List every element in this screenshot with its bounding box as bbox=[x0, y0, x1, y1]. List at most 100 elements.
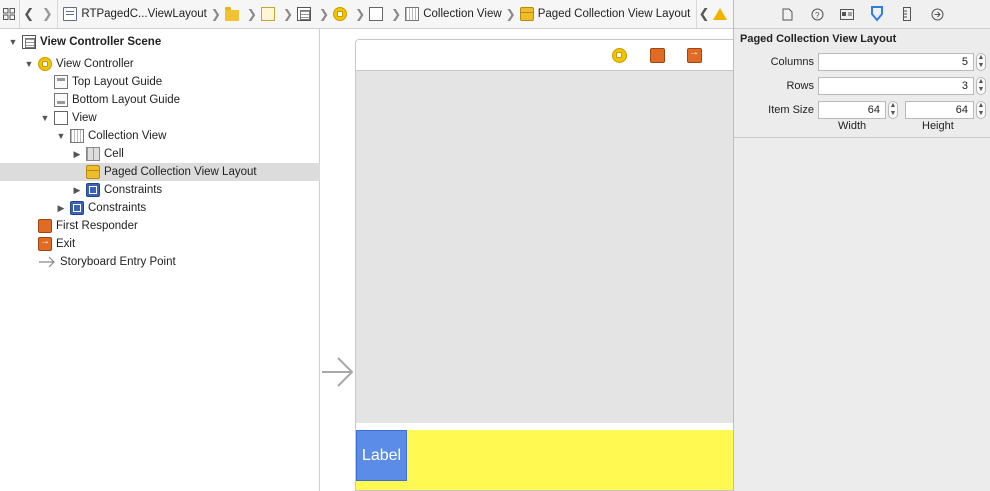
outline-row-view[interactable]: ▼ View bbox=[0, 109, 320, 127]
outline-row-constraints-outer[interactable]: ▶ Constraints bbox=[0, 199, 320, 217]
view-controller-scene[interactable]: Label bbox=[355, 39, 733, 491]
scene-icon bbox=[22, 35, 36, 49]
outline-row-label: Storyboard Entry Point bbox=[60, 256, 176, 268]
outline-row-label: View Controller Scene bbox=[40, 36, 162, 48]
storyboard-canvas[interactable]: Label bbox=[321, 29, 733, 491]
columns-field[interactable]: 5 bbox=[818, 53, 974, 71]
tab-identity-inspector[interactable] bbox=[839, 6, 855, 22]
tab-quick-help[interactable]: ? bbox=[809, 6, 825, 22]
svg-text:?: ? bbox=[815, 11, 820, 20]
disclosure-down-icon[interactable]: ▼ bbox=[24, 59, 34, 69]
documents-icon bbox=[260, 7, 275, 21]
tab-connections-inspector[interactable] bbox=[929, 6, 945, 22]
first-responder-icon[interactable] bbox=[650, 48, 665, 63]
disclosure-down-icon[interactable]: ▼ bbox=[40, 113, 50, 123]
chevron-right-icon: ❯ bbox=[41, 6, 53, 21]
breadcrumb-paged-layout[interactable]: Paged Collection View Layout bbox=[518, 0, 693, 28]
outline-row-first-responder[interactable]: First Responder bbox=[0, 217, 320, 235]
footer-view[interactable] bbox=[356, 430, 733, 490]
cell-icon bbox=[86, 147, 100, 161]
arrow-right-icon bbox=[38, 255, 56, 269]
breadcrumb-label: Paged Collection View Layout bbox=[537, 8, 691, 20]
breadcrumb-folder[interactable] bbox=[223, 0, 245, 28]
width-sublabel: Width bbox=[838, 120, 867, 132]
breadcrumb-view-controller[interactable] bbox=[331, 0, 353, 28]
tab-size-inspector[interactable] bbox=[899, 6, 915, 22]
item-width-field[interactable]: 64 bbox=[818, 101, 886, 119]
grid-icon bbox=[3, 8, 16, 20]
ruler-icon bbox=[903, 7, 911, 21]
layout-guide-icon bbox=[54, 93, 68, 107]
breadcrumb-label: Collection View bbox=[423, 8, 502, 20]
breadcrumb-file[interactable]: RTPagedC...ViewLayout bbox=[57, 0, 209, 28]
collection-view-icon bbox=[405, 7, 420, 21]
related-items-button[interactable] bbox=[0, 0, 19, 28]
exit-icon[interactable] bbox=[687, 47, 702, 63]
forward-button[interactable]: ❯ bbox=[38, 0, 57, 28]
outline-row-constraints-inner[interactable]: ▶ Constraints bbox=[0, 181, 320, 199]
file-icon bbox=[63, 7, 78, 21]
item-height-field[interactable]: 64 bbox=[905, 101, 974, 119]
constraints-icon bbox=[86, 183, 100, 197]
inspector-panel: ? Paged Collection View Layout Columns 5… bbox=[733, 0, 990, 491]
outline-row-label: Constraints bbox=[88, 202, 147, 214]
breadcrumb-storyboard[interactable] bbox=[295, 0, 317, 28]
chevron-right-icon: ❯ bbox=[355, 7, 366, 21]
outline-row-paged-layout[interactable]: Paged Collection View Layout bbox=[0, 163, 320, 181]
folder-icon bbox=[224, 6, 239, 21]
attributes-icon bbox=[871, 6, 883, 22]
outline-row-label: Cell bbox=[104, 148, 124, 160]
outline-row-label: Exit bbox=[56, 238, 76, 250]
disclosure-right-icon[interactable]: ▶ bbox=[72, 185, 82, 195]
disclosure-down-icon[interactable]: ▼ bbox=[56, 131, 66, 141]
item-width-stepper[interactable]: ▲ ▼ bbox=[888, 101, 898, 119]
breadcrumb-view[interactable] bbox=[367, 0, 389, 28]
chevron-right-icon: ❯ bbox=[505, 7, 516, 21]
breadcrumb-documents[interactable] bbox=[259, 0, 281, 28]
outline-row-label: First Responder bbox=[56, 220, 138, 232]
issue-indicator[interactable] bbox=[711, 0, 733, 28]
view-icon bbox=[369, 7, 384, 21]
tab-attributes-inspector[interactable] bbox=[869, 6, 885, 22]
item-height-stepper[interactable]: ▲ ▼ bbox=[976, 101, 986, 119]
rows-field[interactable]: 3 bbox=[818, 77, 974, 95]
columns-label: Columns bbox=[770, 56, 814, 68]
outline-row-scene[interactable]: ▼ View Controller Scene bbox=[0, 33, 320, 51]
layout-guide-icon bbox=[54, 75, 68, 89]
outline-row-top-layout-guide[interactable]: Top Layout Guide bbox=[0, 73, 320, 91]
outline-row-label: Bottom Layout Guide bbox=[72, 94, 181, 106]
view-controller-icon[interactable] bbox=[612, 48, 627, 63]
rows-stepper[interactable]: ▲ ▼ bbox=[976, 77, 986, 95]
chevron-right-icon: ❯ bbox=[246, 7, 257, 21]
chevron-right-icon: ❯ bbox=[391, 7, 402, 21]
outline-row-label: Constraints bbox=[104, 184, 163, 196]
back-button[interactable]: ❮ bbox=[19, 0, 38, 28]
cell-label[interactable]: Label bbox=[356, 430, 407, 481]
layout-attributes-section: Paged Collection View Layout Columns 5 ▲… bbox=[734, 30, 990, 138]
exit-icon bbox=[38, 236, 52, 251]
outline-row-view-controller[interactable]: ▼ View Controller bbox=[0, 55, 320, 73]
chevron-left-icon: ❮ bbox=[23, 6, 35, 21]
disclosure-right-icon[interactable]: ▶ bbox=[56, 203, 66, 213]
view-icon bbox=[54, 111, 68, 125]
outline-row-entry-point[interactable]: Storyboard Entry Point bbox=[0, 253, 320, 271]
disclosure-down-icon[interactable]: ▼ bbox=[8, 37, 18, 47]
outline-row-cell[interactable]: ▶ Cell bbox=[0, 145, 320, 163]
constraints-icon bbox=[70, 201, 84, 215]
outline-row-collection-view[interactable]: ▼ Collection View bbox=[0, 127, 320, 145]
disclosure-right-icon[interactable]: ▶ bbox=[72, 149, 82, 159]
outline-row-exit[interactable]: Exit bbox=[0, 235, 320, 253]
columns-stepper[interactable]: ▲ ▼ bbox=[976, 53, 986, 71]
entry-point-arrow-icon[interactable] bbox=[321, 354, 355, 390]
breadcrumb-collection-view[interactable]: Collection View bbox=[403, 0, 503, 28]
outline-row-label: Paged Collection View Layout bbox=[104, 166, 257, 178]
tab-file-inspector[interactable] bbox=[779, 6, 795, 22]
collection-view[interactable] bbox=[356, 71, 733, 423]
id-card-icon bbox=[840, 8, 854, 20]
outline-row-bottom-layout-guide[interactable]: Bottom Layout Guide bbox=[0, 91, 320, 109]
outline-row-label: Collection View bbox=[88, 130, 167, 142]
view-controller-icon bbox=[38, 57, 52, 71]
file-icon bbox=[782, 8, 792, 20]
breadcrumb-label: RTPagedC...ViewLayout bbox=[81, 8, 207, 20]
previous-issue-button[interactable]: ❮ bbox=[697, 0, 711, 28]
